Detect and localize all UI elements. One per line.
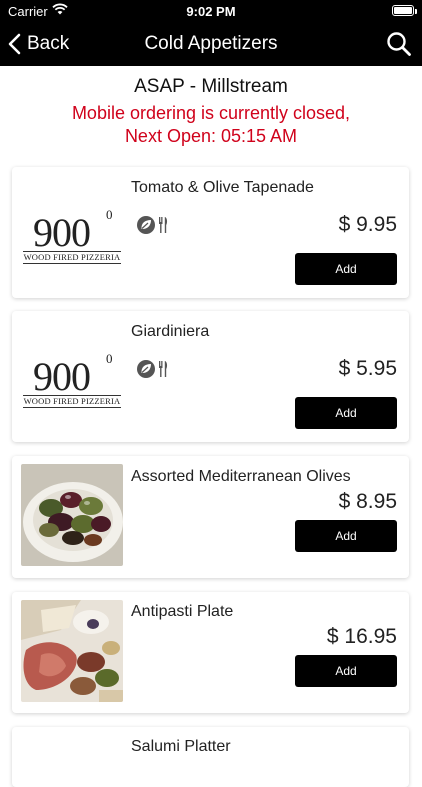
olives-photo [21, 464, 123, 566]
dietary-tags [136, 215, 168, 235]
vegan-leaf-icon [137, 360, 155, 378]
vegan-leaf-icon [137, 216, 155, 234]
item-price: $ 5.95 [338, 357, 397, 380]
battery-icon [392, 5, 414, 16]
item-name: Assorted Mediterranean Olives [131, 468, 351, 485]
utensils-icon [159, 361, 168, 377]
item-price: $ 16.95 [326, 625, 397, 648]
menu-item-card[interactable]: Salumi Platter [12, 727, 409, 787]
add-to-cart-button[interactable]: Add [295, 520, 397, 552]
add-to-cart-button[interactable]: Add [295, 397, 397, 429]
back-label: Back [27, 33, 70, 54]
antipasti-photo [21, 600, 123, 702]
item-price: $ 8.95 [338, 490, 397, 513]
navigation-bar: Back Cold Appetizers [0, 22, 422, 66]
item-name: Tomato & Olive Tapenade [131, 179, 314, 196]
menu-item-card[interactable]: 900 0 WOOD FIRED PIZZERIA Tomato & Olive… [12, 167, 409, 298]
dietary-tags [136, 359, 168, 379]
item-name: Antipasti Plate [131, 603, 234, 620]
status-bar: Carrier 9:02 PM [0, 0, 422, 22]
item-name: Giardiniera [131, 323, 210, 340]
add-to-cart-button[interactable]: Add [295, 253, 397, 285]
search-button[interactable] [386, 31, 412, 62]
store-location: ASAP - Millstream [134, 76, 288, 97]
item-price: $ 9.95 [338, 213, 397, 236]
restaurant-logo: 900 0 WOOD FIRED PIZZERIA [21, 325, 123, 427]
search-icon [387, 32, 411, 56]
clock: 9:02 PM [186, 4, 236, 19]
next-open-time: Next Open: 05:15 AM [124, 126, 298, 146]
menu-item-card[interactable]: Assorted Mediterranean Olives $ 8.95 Add [12, 456, 409, 578]
back-button[interactable]: Back [8, 30, 69, 58]
chevron-left-icon [8, 33, 21, 55]
item-name: Salumi Platter [131, 738, 231, 755]
menu-item-card[interactable]: 900 0 WOOD FIRED PIZZERIA Giardiniera $ … [12, 311, 409, 442]
utensils-icon [159, 217, 168, 233]
add-to-cart-button[interactable]: Add [295, 655, 397, 687]
ordering-closed-message: Mobile ordering is currently closed, [71, 103, 351, 123]
restaurant-logo: 900 0 WOOD FIRED PIZZERIA [21, 181, 123, 283]
menu-item-card[interactable]: Antipasti Plate $ 16.95 Add [12, 592, 409, 713]
